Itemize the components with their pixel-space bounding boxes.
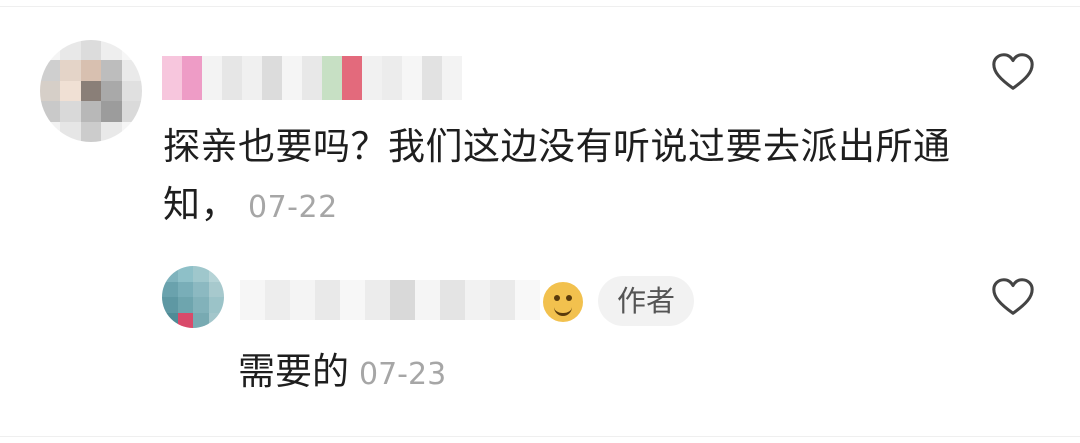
avatar-pixel bbox=[193, 281, 209, 297]
name-blur-block bbox=[315, 280, 340, 320]
avatar-pixel bbox=[208, 297, 224, 313]
avatar-pixel bbox=[101, 60, 122, 81]
avatar-pixel bbox=[208, 266, 224, 282]
reply-username-blurred[interactable] bbox=[240, 280, 540, 320]
avatar-pixel bbox=[208, 312, 224, 328]
bottom-divider bbox=[0, 436, 1080, 437]
username-blurred[interactable] bbox=[162, 56, 462, 100]
name-blur-block bbox=[322, 56, 342, 100]
avatar-pixel bbox=[193, 266, 209, 282]
name-blur-block bbox=[422, 56, 442, 100]
name-blur-block bbox=[282, 56, 302, 100]
comment-text: 探亲也要吗？我们这边没有听说过要去派出所通知， 07-22 bbox=[163, 118, 963, 237]
cat-face-icon bbox=[543, 282, 583, 322]
name-blur-block bbox=[202, 56, 222, 100]
name-blur-block bbox=[240, 280, 265, 320]
avatar-pixel bbox=[60, 80, 81, 102]
top-divider bbox=[0, 6, 1080, 7]
avatar-pixel bbox=[121, 80, 142, 102]
avatar-pixel bbox=[177, 281, 193, 297]
avatar-pixel bbox=[101, 121, 122, 142]
avatar-pixel bbox=[60, 40, 81, 61]
name-blur-block bbox=[365, 280, 390, 320]
avatar-pixel bbox=[80, 121, 102, 142]
avatar-pixel bbox=[101, 40, 122, 61]
author-badge: 作者 bbox=[598, 276, 694, 326]
avatar-pixel bbox=[121, 40, 142, 61]
avatar-pixel bbox=[162, 297, 178, 313]
name-blur-block bbox=[390, 280, 415, 320]
reply-date: 07-23 bbox=[359, 357, 447, 392]
avatar-pixel bbox=[60, 101, 81, 122]
avatar-pixel bbox=[60, 121, 81, 142]
avatar-pixel bbox=[80, 80, 102, 102]
avatar-pixel bbox=[121, 121, 142, 142]
name-blur-block bbox=[362, 56, 382, 100]
avatar-pixel bbox=[80, 60, 102, 81]
reply-avatar[interactable] bbox=[162, 266, 224, 328]
heart-outline-icon[interactable] bbox=[990, 274, 1036, 320]
avatar-pixel bbox=[101, 80, 122, 102]
name-blur-block bbox=[440, 280, 465, 320]
name-blur-block bbox=[402, 56, 422, 100]
avatar-pixel bbox=[40, 101, 61, 122]
name-blur-block bbox=[222, 56, 242, 100]
name-blur-block bbox=[302, 56, 322, 100]
avatar-pixel bbox=[80, 101, 102, 122]
avatar-pixel bbox=[80, 40, 102, 61]
name-blur-block bbox=[290, 280, 315, 320]
avatar-pixel bbox=[162, 281, 178, 297]
name-blur-block bbox=[242, 56, 262, 100]
name-blur-block bbox=[515, 280, 540, 320]
avatar-pixel bbox=[121, 60, 142, 81]
avatar-pixel bbox=[208, 281, 224, 297]
name-blur-block bbox=[182, 56, 202, 100]
avatar-pixel bbox=[40, 121, 61, 142]
avatar-pixel bbox=[101, 101, 122, 122]
reply-text: 需要的 07-23 bbox=[238, 346, 938, 401]
name-blur-block bbox=[340, 280, 365, 320]
name-blur-block bbox=[382, 56, 402, 100]
reply-body: 需要的 bbox=[238, 350, 349, 393]
avatar-pixel bbox=[40, 80, 61, 102]
name-blur-block bbox=[262, 56, 282, 100]
avatar-pixel bbox=[40, 40, 61, 61]
avatar-pixel bbox=[177, 312, 193, 328]
avatar-pixel bbox=[193, 312, 209, 328]
name-blur-block bbox=[442, 56, 462, 100]
avatar-pixel bbox=[162, 312, 178, 328]
avatar-pixel bbox=[193, 297, 209, 313]
comment-date: 07-22 bbox=[248, 190, 338, 225]
name-blur-block bbox=[265, 280, 290, 320]
avatar-pixel bbox=[60, 60, 81, 81]
name-blur-block bbox=[490, 280, 515, 320]
avatar-pixel bbox=[177, 266, 193, 282]
avatar[interactable] bbox=[40, 40, 142, 142]
avatar-pixel bbox=[40, 60, 61, 81]
avatar-pixel bbox=[162, 266, 178, 282]
avatar-pixel bbox=[121, 101, 142, 122]
name-blur-block bbox=[162, 56, 182, 100]
name-blur-block bbox=[342, 56, 362, 100]
name-blur-block bbox=[415, 280, 440, 320]
name-blur-block bbox=[465, 280, 490, 320]
heart-outline-icon[interactable] bbox=[990, 49, 1036, 95]
avatar-pixel bbox=[177, 297, 193, 313]
